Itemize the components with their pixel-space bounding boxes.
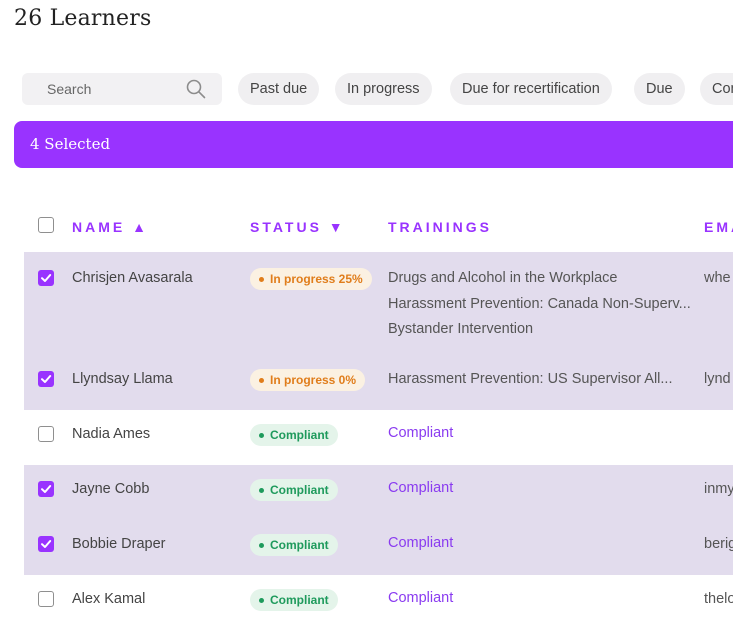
training-item[interactable]: Compliant [388,480,453,496]
search-placeholder: Search [47,81,92,97]
status-badge: Compliant [250,589,338,611]
learner-email[interactable]: berig [704,536,733,552]
status-badge: Compliant [250,534,338,556]
select-all-checkbox[interactable] [38,217,54,233]
row-checkbox[interactable] [38,270,54,286]
check-icon [41,274,52,282]
filter-due[interactable]: Due [634,73,685,105]
selection-banner: 4 Selected [14,121,733,168]
learner-name[interactable]: Alex Kamal [72,591,145,607]
learner-name[interactable]: Jayne Cobb [72,481,149,497]
training-item[interactable]: Compliant [388,535,453,551]
learner-name[interactable]: Chrisjen Avasarala [72,270,193,286]
filter-compliant[interactable]: Com [700,73,733,105]
status-badge: Compliant [250,424,338,446]
column-header-name[interactable]: NAME ▲ [72,219,149,235]
training-item[interactable]: Harassment Prevention: US Supervisor All… [388,371,672,387]
row-checkbox[interactable] [38,536,54,552]
training-item[interactable]: Drugs and Alcohol in the Workplace [388,270,617,286]
check-icon [41,375,52,383]
search-icon[interactable] [186,79,206,99]
learner-name[interactable]: Llyndsay Llama [72,371,173,387]
status-badge: In progress 0% [250,369,366,391]
check-icon [41,540,52,548]
filter-past-due[interactable]: Past due [238,73,320,105]
filter-due-for-recertification[interactable]: Due for recertification [450,73,612,105]
selection-count: 4 Selected [30,135,111,153]
column-header-email[interactable]: EMA [704,219,733,235]
learner-email[interactable]: whe [704,270,731,286]
check-icon [41,485,52,493]
training-item[interactable]: Compliant [388,425,453,441]
learner-email[interactable]: thelo [704,591,733,607]
training-item[interactable]: Harassment Prevention: Canada Non-Superv… [388,296,691,312]
status-badge: Compliant [250,479,338,501]
row-checkbox[interactable] [38,426,54,442]
status-badge: In progress 25% [250,268,372,290]
learner-name[interactable]: Bobbie Draper [72,536,166,552]
training-item[interactable]: Bystander Intervention [388,321,533,337]
row-checkbox[interactable] [38,371,54,387]
training-item[interactable]: Compliant [388,590,453,606]
row-checkbox[interactable] [38,481,54,497]
learner-email[interactable]: inmy [704,481,733,497]
page-title: 26 Learners [14,6,152,31]
search-input[interactable]: Search [22,73,222,105]
column-header-trainings[interactable]: TRAININGS [388,219,492,235]
row-checkbox[interactable] [38,591,54,607]
learner-email[interactable]: lynd [704,371,731,387]
filter-in-progress[interactable]: In progress [335,73,432,105]
learner-name[interactable]: Nadia Ames [72,426,150,442]
column-header-status[interactable]: STATUS ▼ [250,219,346,235]
